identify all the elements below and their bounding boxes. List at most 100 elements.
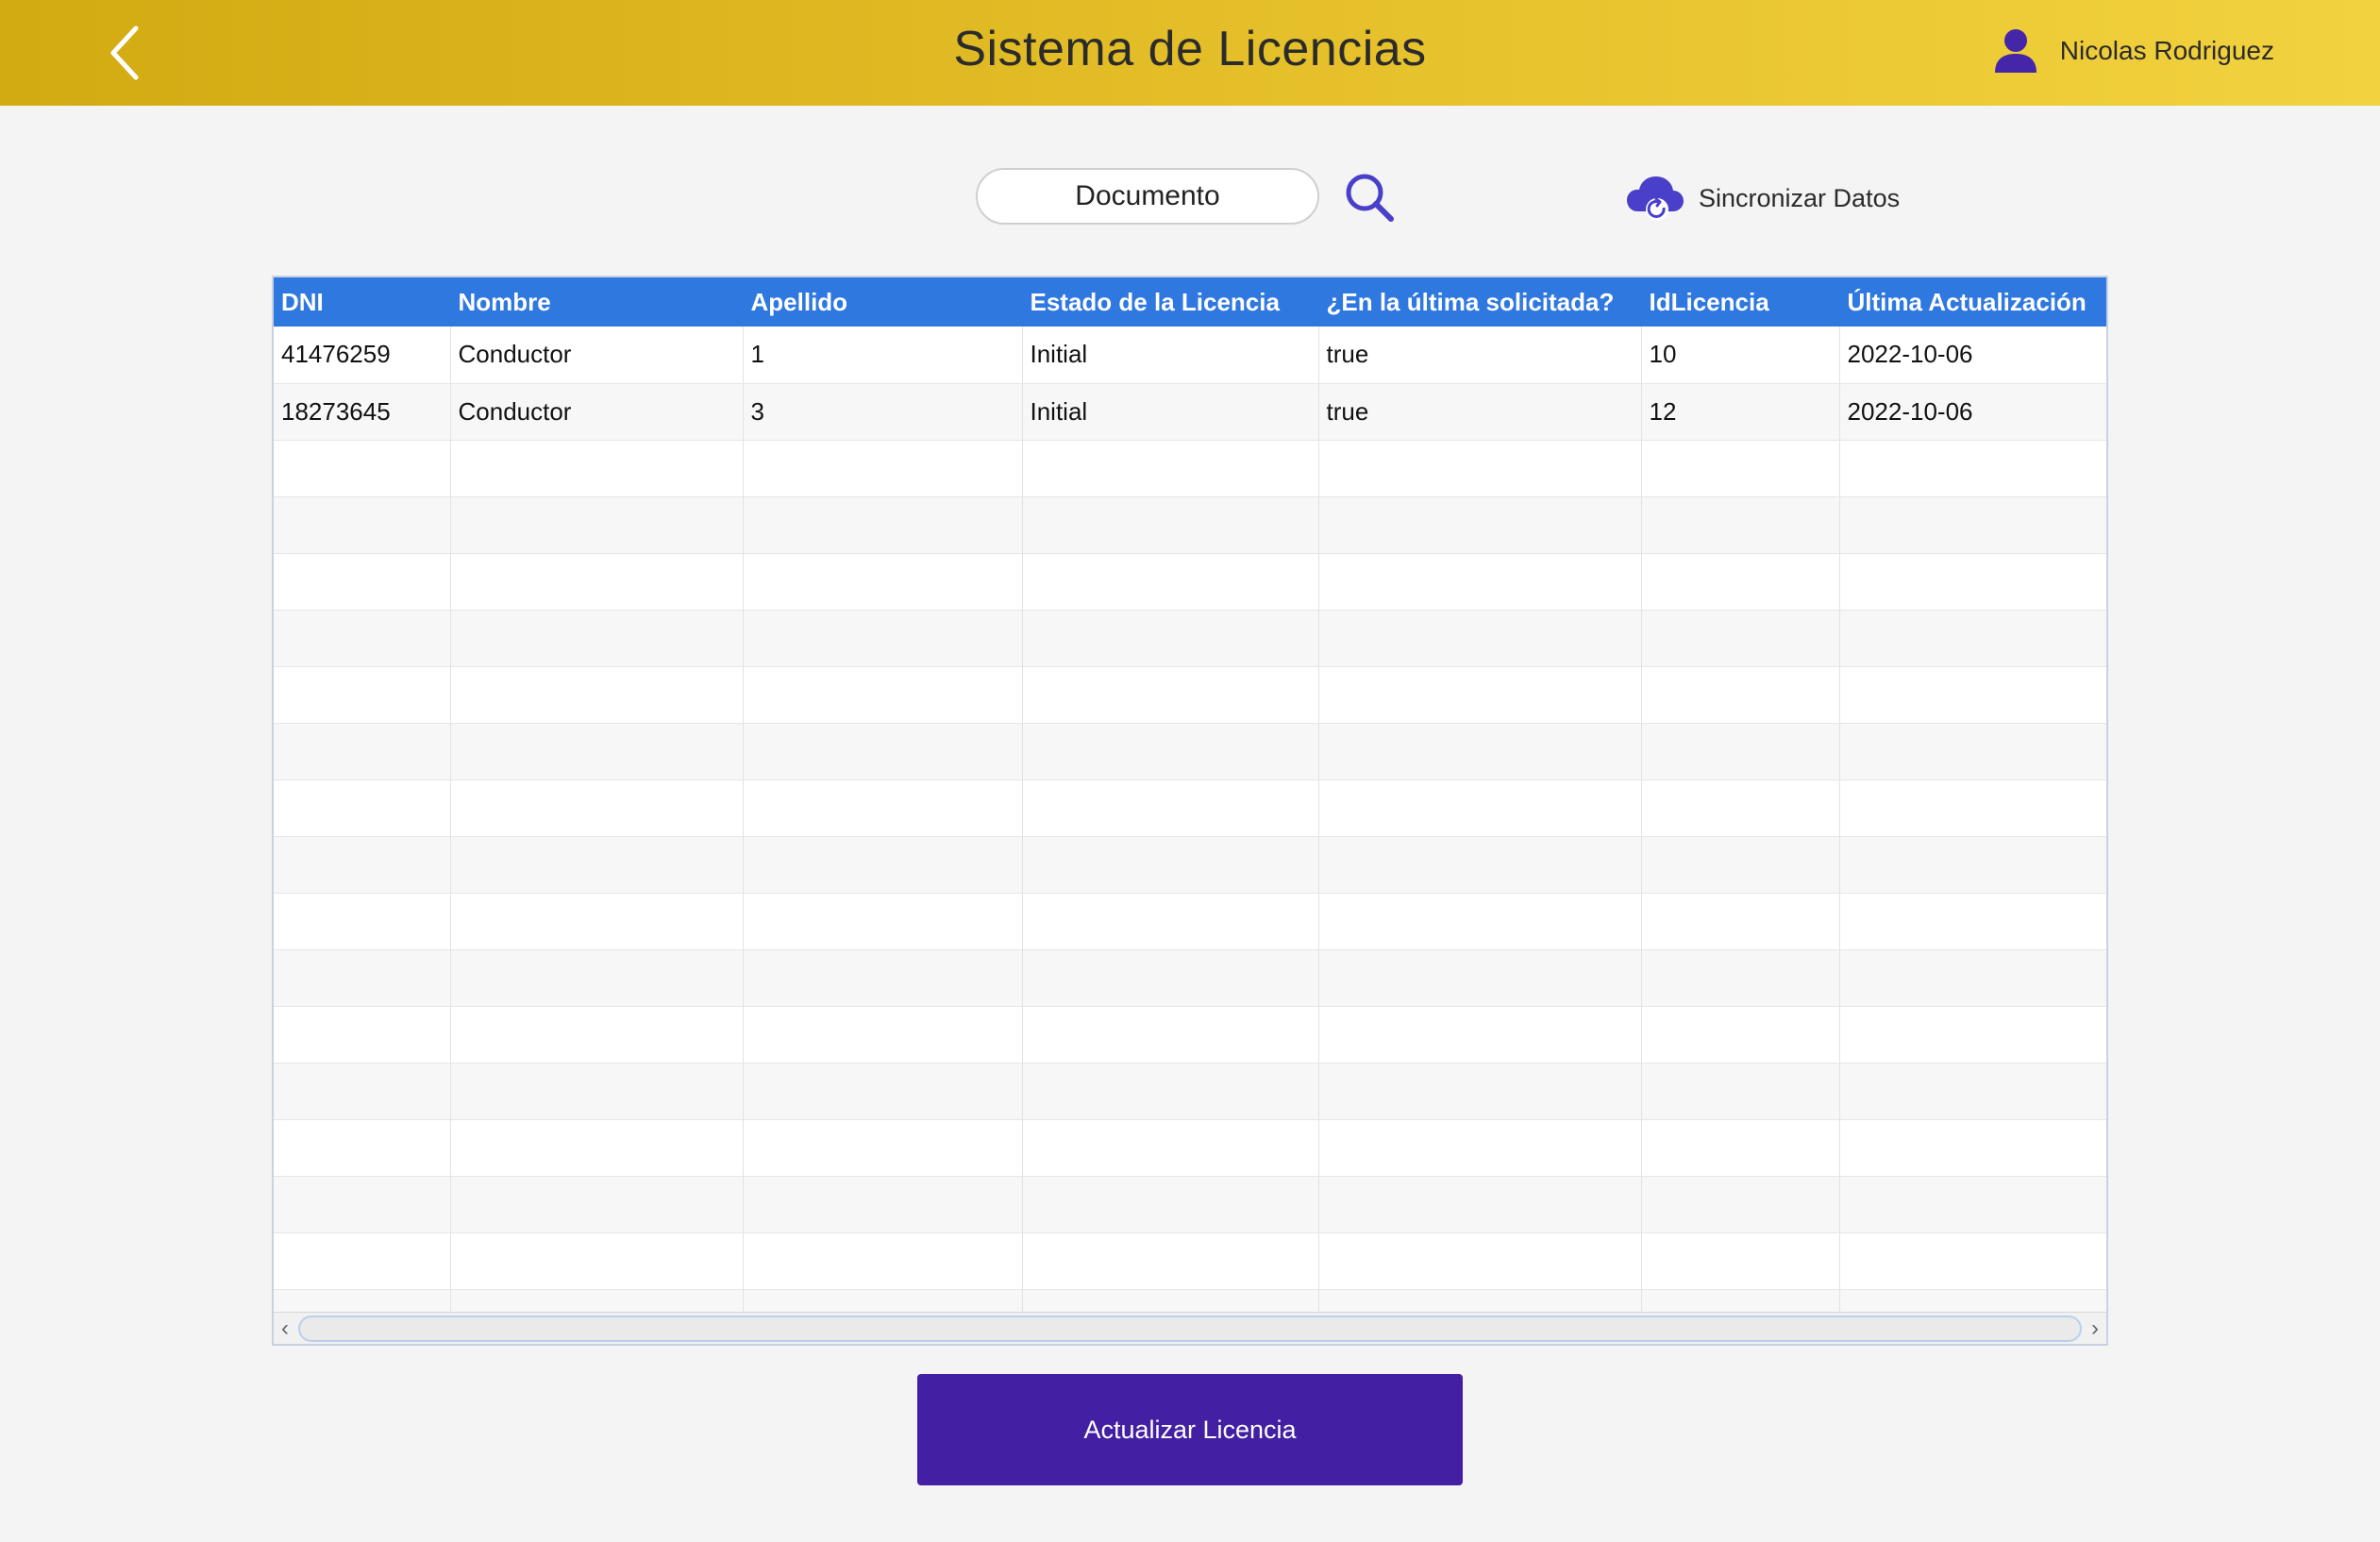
empty-cell <box>1022 666 1319 724</box>
empty-cell <box>743 779 1023 837</box>
column-header-dni[interactable]: DNI <box>274 277 451 327</box>
empty-cell <box>274 1063 451 1120</box>
empty-cell <box>1022 1119 1319 1177</box>
empty-cell <box>1022 610 1319 667</box>
empty-cell <box>1839 949 2106 1007</box>
horizontal-scrollbar[interactable]: ‹ › <box>274 1312 2106 1344</box>
empty-cell <box>1641 893 1840 950</box>
empty-cell <box>1022 836 1319 894</box>
column-header-idlicencia[interactable]: IdLicencia <box>1641 277 1840 327</box>
cell-dni: 41476259 <box>274 327 451 384</box>
empty-table-row <box>274 666 2106 724</box>
cell-ultima-actualizacion: 2022-10-06 <box>1839 383 2106 441</box>
empty-cell <box>1641 666 1840 724</box>
empty-cell <box>274 949 451 1007</box>
empty-cell <box>274 779 451 837</box>
empty-cell <box>743 553 1023 611</box>
empty-cell <box>450 949 744 1007</box>
empty-cell <box>1641 553 1840 611</box>
empty-cell <box>743 666 1023 724</box>
empty-cell <box>1318 723 1642 780</box>
user-icon <box>1994 29 2036 73</box>
empty-cell <box>1022 440 1319 497</box>
column-header-nombre[interactable]: Nombre <box>450 277 744 327</box>
empty-cell <box>450 440 744 497</box>
cell-apellido: 1 <box>743 327 1023 384</box>
empty-cell <box>1318 1063 1642 1120</box>
empty-cell <box>743 610 1023 667</box>
user-menu[interactable]: Nicolas Rodriguez <box>1992 23 2274 79</box>
empty-cell <box>274 1119 451 1177</box>
empty-cell <box>1641 440 1840 497</box>
empty-cell <box>1641 1063 1840 1120</box>
empty-cell <box>274 1006 451 1064</box>
table-row[interactable]: 41476259 Conductor 1 Initial true 10 202… <box>274 327 2106 384</box>
empty-cell <box>743 1006 1023 1064</box>
cell-ultima-solicitada: true <box>1318 327 1642 384</box>
sync-data-button[interactable]: Sincronizar Datos <box>1625 172 1900 225</box>
empty-cell <box>1641 836 1840 894</box>
empty-cell <box>1022 496 1319 554</box>
empty-cell <box>743 1232 1023 1290</box>
empty-cell <box>450 553 744 611</box>
column-header-ultima-actualizacion[interactable]: Última Actualización <box>1839 277 2106 327</box>
empty-cell <box>1641 949 1840 1007</box>
empty-cell <box>274 723 451 780</box>
empty-cell <box>743 893 1023 950</box>
empty-cell <box>450 893 744 950</box>
empty-cell <box>1318 836 1642 894</box>
empty-cell <box>1839 610 2106 667</box>
empty-cell <box>274 1232 451 1290</box>
empty-cell <box>1022 779 1319 837</box>
empty-table-row <box>274 893 2106 950</box>
empty-table-row <box>274 836 2106 894</box>
scroll-left-icon[interactable]: ‹ <box>274 1313 296 1344</box>
empty-cell <box>1641 610 1840 667</box>
empty-cell <box>1318 553 1642 611</box>
empty-cell <box>1022 723 1319 780</box>
license-table: DNI Nombre Apellido Estado de la Licenci… <box>272 276 2108 1346</box>
empty-cell <box>450 1006 744 1064</box>
empty-table-row <box>274 553 2106 611</box>
empty-cell <box>1839 1063 2106 1120</box>
scroll-right-icon[interactable]: › <box>2084 1313 2106 1344</box>
empty-cell <box>743 836 1023 894</box>
cell-ultima-solicitada: true <box>1318 383 1642 441</box>
empty-cell <box>1641 1232 1840 1290</box>
empty-cell <box>1022 1176 1319 1233</box>
empty-cell <box>274 836 451 894</box>
empty-cell <box>1318 893 1642 950</box>
empty-cell <box>1318 666 1642 724</box>
empty-table-row <box>274 723 2106 780</box>
empty-table-row <box>274 1176 2106 1233</box>
empty-cell <box>1839 836 2106 894</box>
empty-cell <box>743 1119 1023 1177</box>
empty-cell <box>1839 723 2106 780</box>
empty-cell <box>1839 1119 2106 1177</box>
scrollbar-thumb[interactable] <box>298 1316 2082 1342</box>
empty-table-row <box>274 440 2106 497</box>
column-header-estado[interactable]: Estado de la Licencia <box>1022 277 1319 327</box>
empty-cell <box>1641 1119 1840 1177</box>
table-row[interactable]: 18273645 Conductor 3 Initial true 12 202… <box>274 383 2106 441</box>
empty-table-row <box>274 1063 2106 1120</box>
app-header: Sistema de Licencias Nicolas Rodriguez <box>0 0 2380 106</box>
empty-cell <box>450 496 744 554</box>
empty-cell <box>274 893 451 950</box>
column-header-ultima-solicitada[interactable]: ¿En la última solicitada? <box>1318 277 1642 327</box>
column-header-apellido[interactable]: Apellido <box>743 277 1023 327</box>
sync-data-label: Sincronizar Datos <box>1699 183 1901 212</box>
empty-cell <box>274 666 451 724</box>
search-icon <box>1346 174 1394 222</box>
empty-cell <box>1318 1119 1642 1177</box>
empty-cell <box>1839 893 2106 950</box>
update-license-button[interactable]: Actualizar Licencia <box>917 1374 1463 1485</box>
empty-cell <box>1022 1006 1319 1064</box>
empty-cell <box>1318 949 1642 1007</box>
empty-cell <box>1318 779 1642 837</box>
search-button[interactable] <box>1342 170 1397 225</box>
user-name: Nicolas Rodriguez <box>2059 36 2274 65</box>
empty-cell <box>450 666 744 724</box>
cell-ultima-actualizacion: 2022-10-06 <box>1839 327 2106 384</box>
document-search-input[interactable] <box>976 168 1319 225</box>
